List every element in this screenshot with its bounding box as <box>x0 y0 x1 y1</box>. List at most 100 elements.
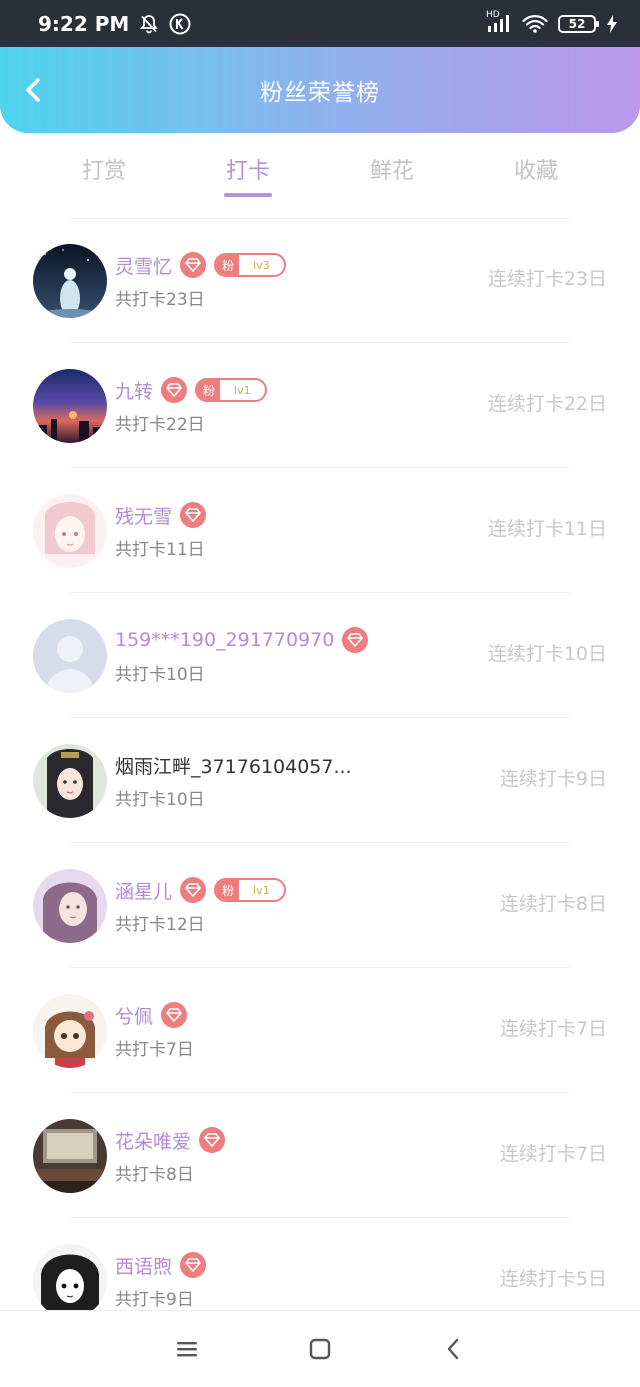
name-line: 灵雪忆 粉 lv3 <box>115 251 286 279</box>
user-info: 兮佩 共打卡7日 <box>115 1001 194 1060</box>
status-time: 9:22 PM <box>38 11 130 36</box>
total-checkins: 共打卡12日 <box>115 915 205 935</box>
streak-count: 连续打卡10日 <box>487 643 607 665</box>
tab-label: 收藏 <box>513 159 558 184</box>
fan-badge-label: 粉 <box>216 880 240 900</box>
back-nav-button[interactable] <box>433 1329 473 1369</box>
avatar[interactable] <box>33 1243 107 1318</box>
name-line: 花朵唯爱 <box>115 1126 226 1154</box>
avatar[interactable] <box>33 743 107 818</box>
total-checkins: 共打卡23日 <box>115 290 205 310</box>
user-name: 灵雪忆 <box>115 255 173 278</box>
streak-count: 连续打卡7日 <box>499 1018 607 1040</box>
avatar[interactable] <box>33 243 107 318</box>
battery-indicator: 52 <box>558 14 599 33</box>
avatar[interactable] <box>33 993 107 1068</box>
diamond-icon <box>161 1002 188 1028</box>
menu-icon <box>176 1342 197 1357</box>
avatar[interactable] <box>33 493 107 568</box>
streak-count: 连续打卡11日 <box>487 518 607 540</box>
avatar[interactable] <box>33 368 107 443</box>
user-name: 残无雪 <box>115 505 173 528</box>
tab-bar: 打赏 打卡 鲜花 收藏 <box>0 133 640 217</box>
fan-level-badge: 粉 lv1 <box>195 378 267 402</box>
k-app-icon <box>169 13 191 35</box>
avatar[interactable] <box>33 1118 107 1193</box>
name-line: 九转 粉 lv1 <box>115 376 267 404</box>
fan-badge-label: 粉 <box>216 255 240 275</box>
charging-icon <box>606 14 618 33</box>
diamond-icon <box>180 1252 207 1278</box>
tab-label: 打赏 <box>81 159 126 184</box>
diamond-icon <box>199 1127 226 1153</box>
total-checkins: 共打卡9日 <box>115 1290 194 1310</box>
list-item[interactable]: 涵星儿 粉 lv1 共打卡12日 连续打卡8日 <box>0 843 640 968</box>
total-checkins: 共打卡11日 <box>115 540 205 560</box>
avatar[interactable] <box>33 868 107 943</box>
home-button[interactable] <box>300 1329 340 1369</box>
wifi-icon <box>522 14 548 34</box>
list-item[interactable]: 花朵唯爱 共打卡8日 连续打卡7日 <box>0 1093 640 1218</box>
streak-count: 连续打卡23日 <box>487 268 607 290</box>
system-nav-bar <box>0 1310 640 1387</box>
diamond-icon <box>342 627 369 653</box>
menu-button[interactable] <box>167 1329 207 1369</box>
tab-tips[interactable]: 打赏 <box>32 133 176 217</box>
diamond-icon <box>180 252 207 278</box>
streak-count: 连续打卡7日 <box>499 1143 607 1165</box>
signal-label: HD <box>486 9 500 20</box>
tab-checkin[interactable]: 打卡 <box>176 133 320 217</box>
list-item[interactable]: 残无雪 共打卡11日 连续打卡11日 <box>0 468 640 593</box>
fan-badge-level: lv1 <box>253 883 270 897</box>
tab-label: 打卡 <box>225 159 270 184</box>
chevron-left-icon <box>26 78 40 102</box>
page-title: 粉丝荣誉榜 <box>260 80 380 106</box>
total-checkins: 共打卡7日 <box>115 1040 194 1060</box>
user-name: 159***190_291770970 <box>115 629 335 651</box>
battery-level: 52 <box>568 16 586 31</box>
total-checkins: 共打卡10日 <box>115 665 205 685</box>
list-item[interactable]: 烟雨江畔_37176104057... 共打卡10日 连续打卡9日 <box>0 718 640 843</box>
tab-flowers[interactable]: 鲜花 <box>320 133 464 217</box>
diamond-icon <box>161 377 188 403</box>
user-info: 残无雪 共打卡11日 <box>115 501 207 560</box>
fan-level-badge: 粉 lv1 <box>214 878 286 902</box>
user-info: 159***190_291770970 共打卡10日 <box>115 626 369 685</box>
user-name: 涵星儿 <box>115 880 173 903</box>
diamond-icon <box>180 502 207 528</box>
tab-active-indicator <box>224 193 272 197</box>
name-line: 159***190_291770970 <box>115 626 369 654</box>
signal-icon: HD <box>486 10 512 34</box>
tab-favorites[interactable]: 收藏 <box>464 133 608 217</box>
user-info: 烟雨江畔_37176104057... 共打卡10日 <box>115 751 352 811</box>
bell-off-icon <box>139 14 159 34</box>
diamond-icon <box>180 877 207 903</box>
streak-count: 连续打卡8日 <box>499 893 607 915</box>
fan-level-badge: 粉 lv3 <box>214 253 286 277</box>
streak-count: 连续打卡9日 <box>499 768 607 790</box>
status-left: 9:22 PM <box>38 12 191 36</box>
status-right: HD 52 <box>486 10 618 34</box>
list-item[interactable]: 兮佩 共打卡7日 连续打卡7日 <box>0 968 640 1093</box>
name-line: 西语煦 <box>115 1251 207 1279</box>
user-name: 烟雨江畔_37176104057... <box>115 755 352 778</box>
streak-count: 连续打卡22日 <box>487 393 607 415</box>
list-item[interactable]: 灵雪忆 粉 lv3 共打卡23日 连续打卡23日 <box>0 218 640 343</box>
chevron-left-icon <box>448 1338 459 1360</box>
back-button[interactable] <box>18 75 48 105</box>
name-line: 残无雪 <box>115 501 207 529</box>
list-item[interactable]: 159***190_291770970 共打卡10日 连续打卡10日 <box>0 593 640 718</box>
total-checkins: 共打卡8日 <box>115 1165 194 1185</box>
app-header: 粉丝荣誉榜 <box>0 47 640 133</box>
fan-ranking-list: 灵雪忆 粉 lv3 共打卡23日 连续打卡23日 九转 粉 lv1 共打卡22日… <box>0 218 640 1343</box>
user-name: 兮佩 <box>115 1005 154 1028</box>
fan-badge-level: lv1 <box>234 383 251 397</box>
avatar[interactable] <box>33 618 107 693</box>
name-line: 烟雨江畔_37176104057... <box>115 751 352 779</box>
list-item[interactable]: 九转 粉 lv1 共打卡22日 连续打卡22日 <box>0 343 640 468</box>
total-checkins: 共打卡10日 <box>115 790 205 810</box>
user-info: 花朵唯爱 共打卡8日 <box>115 1126 226 1185</box>
user-info: 涵星儿 粉 lv1 共打卡12日 <box>115 876 286 935</box>
square-icon <box>309 1338 331 1360</box>
name-line: 兮佩 <box>115 1001 194 1029</box>
